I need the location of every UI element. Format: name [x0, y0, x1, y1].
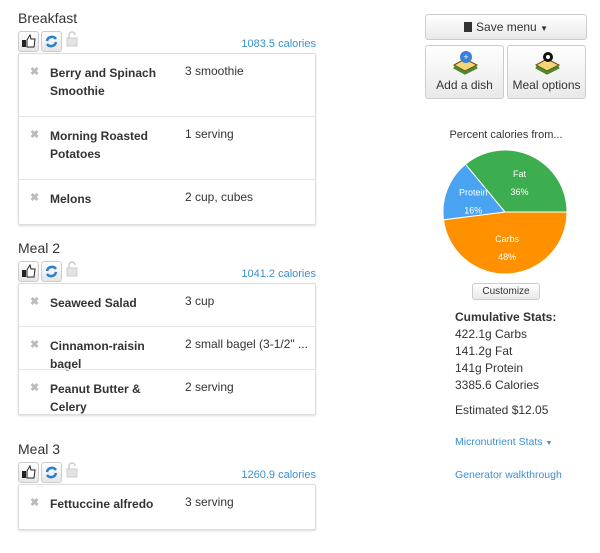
- like-button[interactable]: [18, 462, 39, 483]
- dish-row[interactable]: ✖ Melons 2 cup, cubes: [19, 179, 315, 224]
- caret-down-icon: ▼: [545, 440, 553, 447]
- dish-row[interactable]: ✖ Cinnamon-raisin bagel 2 small bagel (3-1…: [19, 326, 315, 371]
- regenerate-button[interactable]: [41, 261, 62, 282]
- dish-list: ✖ Seaweed Salad 3 cup ✖ Cinnamon-raisin bage…: [18, 283, 316, 415]
- meal-calories: 1260.9 calories: [241, 469, 316, 481]
- dish-list: ✖ Berry and Spinach Smoothie 3 smoothie ✖ Mo…: [18, 53, 316, 225]
- dish-name[interactable]: Peanut Butter & Celery: [50, 380, 175, 416]
- remove-dish-icon[interactable]: ✖: [30, 65, 39, 78]
- remove-dish-icon[interactable]: ✖: [30, 191, 39, 204]
- dish-row[interactable]: ✖ Berry and Spinach Smoothie 3 smoothie: [19, 54, 315, 116]
- dish-amount: 3 smoothie: [185, 64, 244, 78]
- generator-walkthrough-link[interactable]: Generator walkthrough: [455, 469, 562, 481]
- regenerate-button[interactable]: [41, 462, 62, 483]
- stat-carbs: 422.1g Carbs: [455, 327, 528, 341]
- refresh-icon: [45, 265, 58, 278]
- remove-dish-icon[interactable]: ✖: [30, 381, 39, 394]
- dish-amount: 1 serving: [185, 127, 234, 141]
- add-dish-button[interactable]: + Add a dish: [425, 45, 504, 99]
- dish-name[interactable]: Berry and Spinach Smoothie: [50, 64, 175, 100]
- meal-title: Meal 3: [18, 441, 61, 457]
- dish-name[interactable]: Cinnamon-raisin bagel: [50, 337, 175, 373]
- dish-row[interactable]: ✖ Seaweed Salad 3 cup: [19, 284, 315, 326]
- stat-fat: 141.2g Fat: [455, 344, 513, 358]
- pie-value-label: 16%: [464, 205, 482, 215]
- dish-amount: 3 cup: [185, 294, 215, 308]
- dish-name[interactable]: Morning Roasted Potatoes: [50, 127, 175, 163]
- meal-options-label: Meal options: [512, 78, 581, 92]
- document-icon: [464, 22, 473, 32]
- calorie-pie-chart: Carbs 48% Protein 16% Fat 36%: [442, 149, 568, 275]
- like-button[interactable]: [18, 261, 39, 282]
- remove-dish-icon[interactable]: ✖: [30, 496, 39, 509]
- thumbs-up-icon: [22, 264, 36, 278]
- dish-list: ✖ Fettuccine alfredo 3 serving: [18, 484, 316, 530]
- refresh-icon: [45, 35, 58, 48]
- meal-section: Meal 3 1260.9 calories ✖ Fettuccine alfre…: [18, 441, 316, 530]
- dish-row[interactable]: ✖ Morning Roasted Potatoes 1 serving: [19, 116, 315, 179]
- thumbs-up-icon: [22, 465, 36, 479]
- customize-button[interactable]: Customize: [472, 283, 540, 300]
- remove-dish-icon[interactable]: ✖: [30, 128, 39, 141]
- thumbs-up-icon: [22, 34, 36, 48]
- pie-value-label: 36%: [511, 187, 529, 197]
- micronutrient-label: Micronutrient Stats: [455, 436, 543, 448]
- remove-dish-icon[interactable]: ✖: [30, 338, 39, 351]
- lock-icon[interactable]: [66, 462, 78, 478]
- pie-value-label: 48%: [498, 252, 516, 262]
- meal-title: Breakfast: [18, 10, 78, 26]
- dish-amount: 2 serving: [185, 380, 234, 394]
- meal-title: Meal 2: [18, 240, 61, 256]
- dish-row[interactable]: ✖ Fettuccine alfredo 3 serving: [19, 485, 315, 529]
- meal-calories: 1083.5 calories: [241, 38, 316, 50]
- lock-icon[interactable]: [66, 31, 78, 47]
- remove-dish-icon[interactable]: ✖: [30, 295, 39, 308]
- stats-title: Cumulative Stats:: [455, 310, 557, 324]
- svg-text:+: +: [463, 52, 468, 62]
- dish-name[interactable]: Seaweed Salad: [50, 294, 175, 312]
- pie-category-label: Fat: [513, 169, 527, 179]
- refresh-icon: [45, 466, 58, 479]
- dish-row[interactable]: ✖ Peanut Butter & Celery 2 serving: [19, 369, 315, 414]
- chart-title: Percent calories from...: [449, 129, 563, 141]
- estimated-cost: Estimated $12.05: [455, 403, 549, 417]
- dish-amount: 2 small bagel (3-1/2" ...: [185, 337, 308, 351]
- dish-amount: 3 serving: [185, 495, 234, 509]
- stat-protein: 141g Protein: [455, 361, 524, 375]
- pie-category-label: Protein: [459, 187, 488, 197]
- dish-name[interactable]: Fettuccine alfredo: [50, 495, 175, 513]
- regenerate-button[interactable]: [41, 31, 62, 52]
- stat-calories: 3385.6 Calories: [455, 378, 540, 392]
- caret-down-icon: ▼: [540, 24, 548, 33]
- save-menu-label: Save menu: [476, 20, 537, 34]
- dish-name[interactable]: Melons: [50, 190, 175, 208]
- sandwich-gear-icon: [534, 52, 560, 75]
- pie-category-label: Carbs: [495, 234, 520, 244]
- micronutrient-stats-link[interactable]: Micronutrient Stats ▼: [455, 436, 552, 448]
- meal-section: Breakfast 1083.5 calories ✖ Berry and Spi…: [18, 10, 316, 225]
- save-menu-button[interactable]: Save menu ▼: [425, 14, 587, 40]
- add-dish-label: Add a dish: [436, 78, 493, 92]
- dish-amount: 2 cup, cubes: [185, 190, 254, 204]
- lock-icon[interactable]: [66, 261, 78, 277]
- sandwich-add-icon: +: [452, 51, 478, 75]
- meal-options-button[interactable]: Meal options: [507, 45, 586, 99]
- meal-section: Meal 2 1041.2 calories ✖ Seaweed Salad 3 c…: [18, 240, 316, 415]
- meal-calories: 1041.2 calories: [241, 268, 316, 280]
- like-button[interactable]: [18, 31, 39, 52]
